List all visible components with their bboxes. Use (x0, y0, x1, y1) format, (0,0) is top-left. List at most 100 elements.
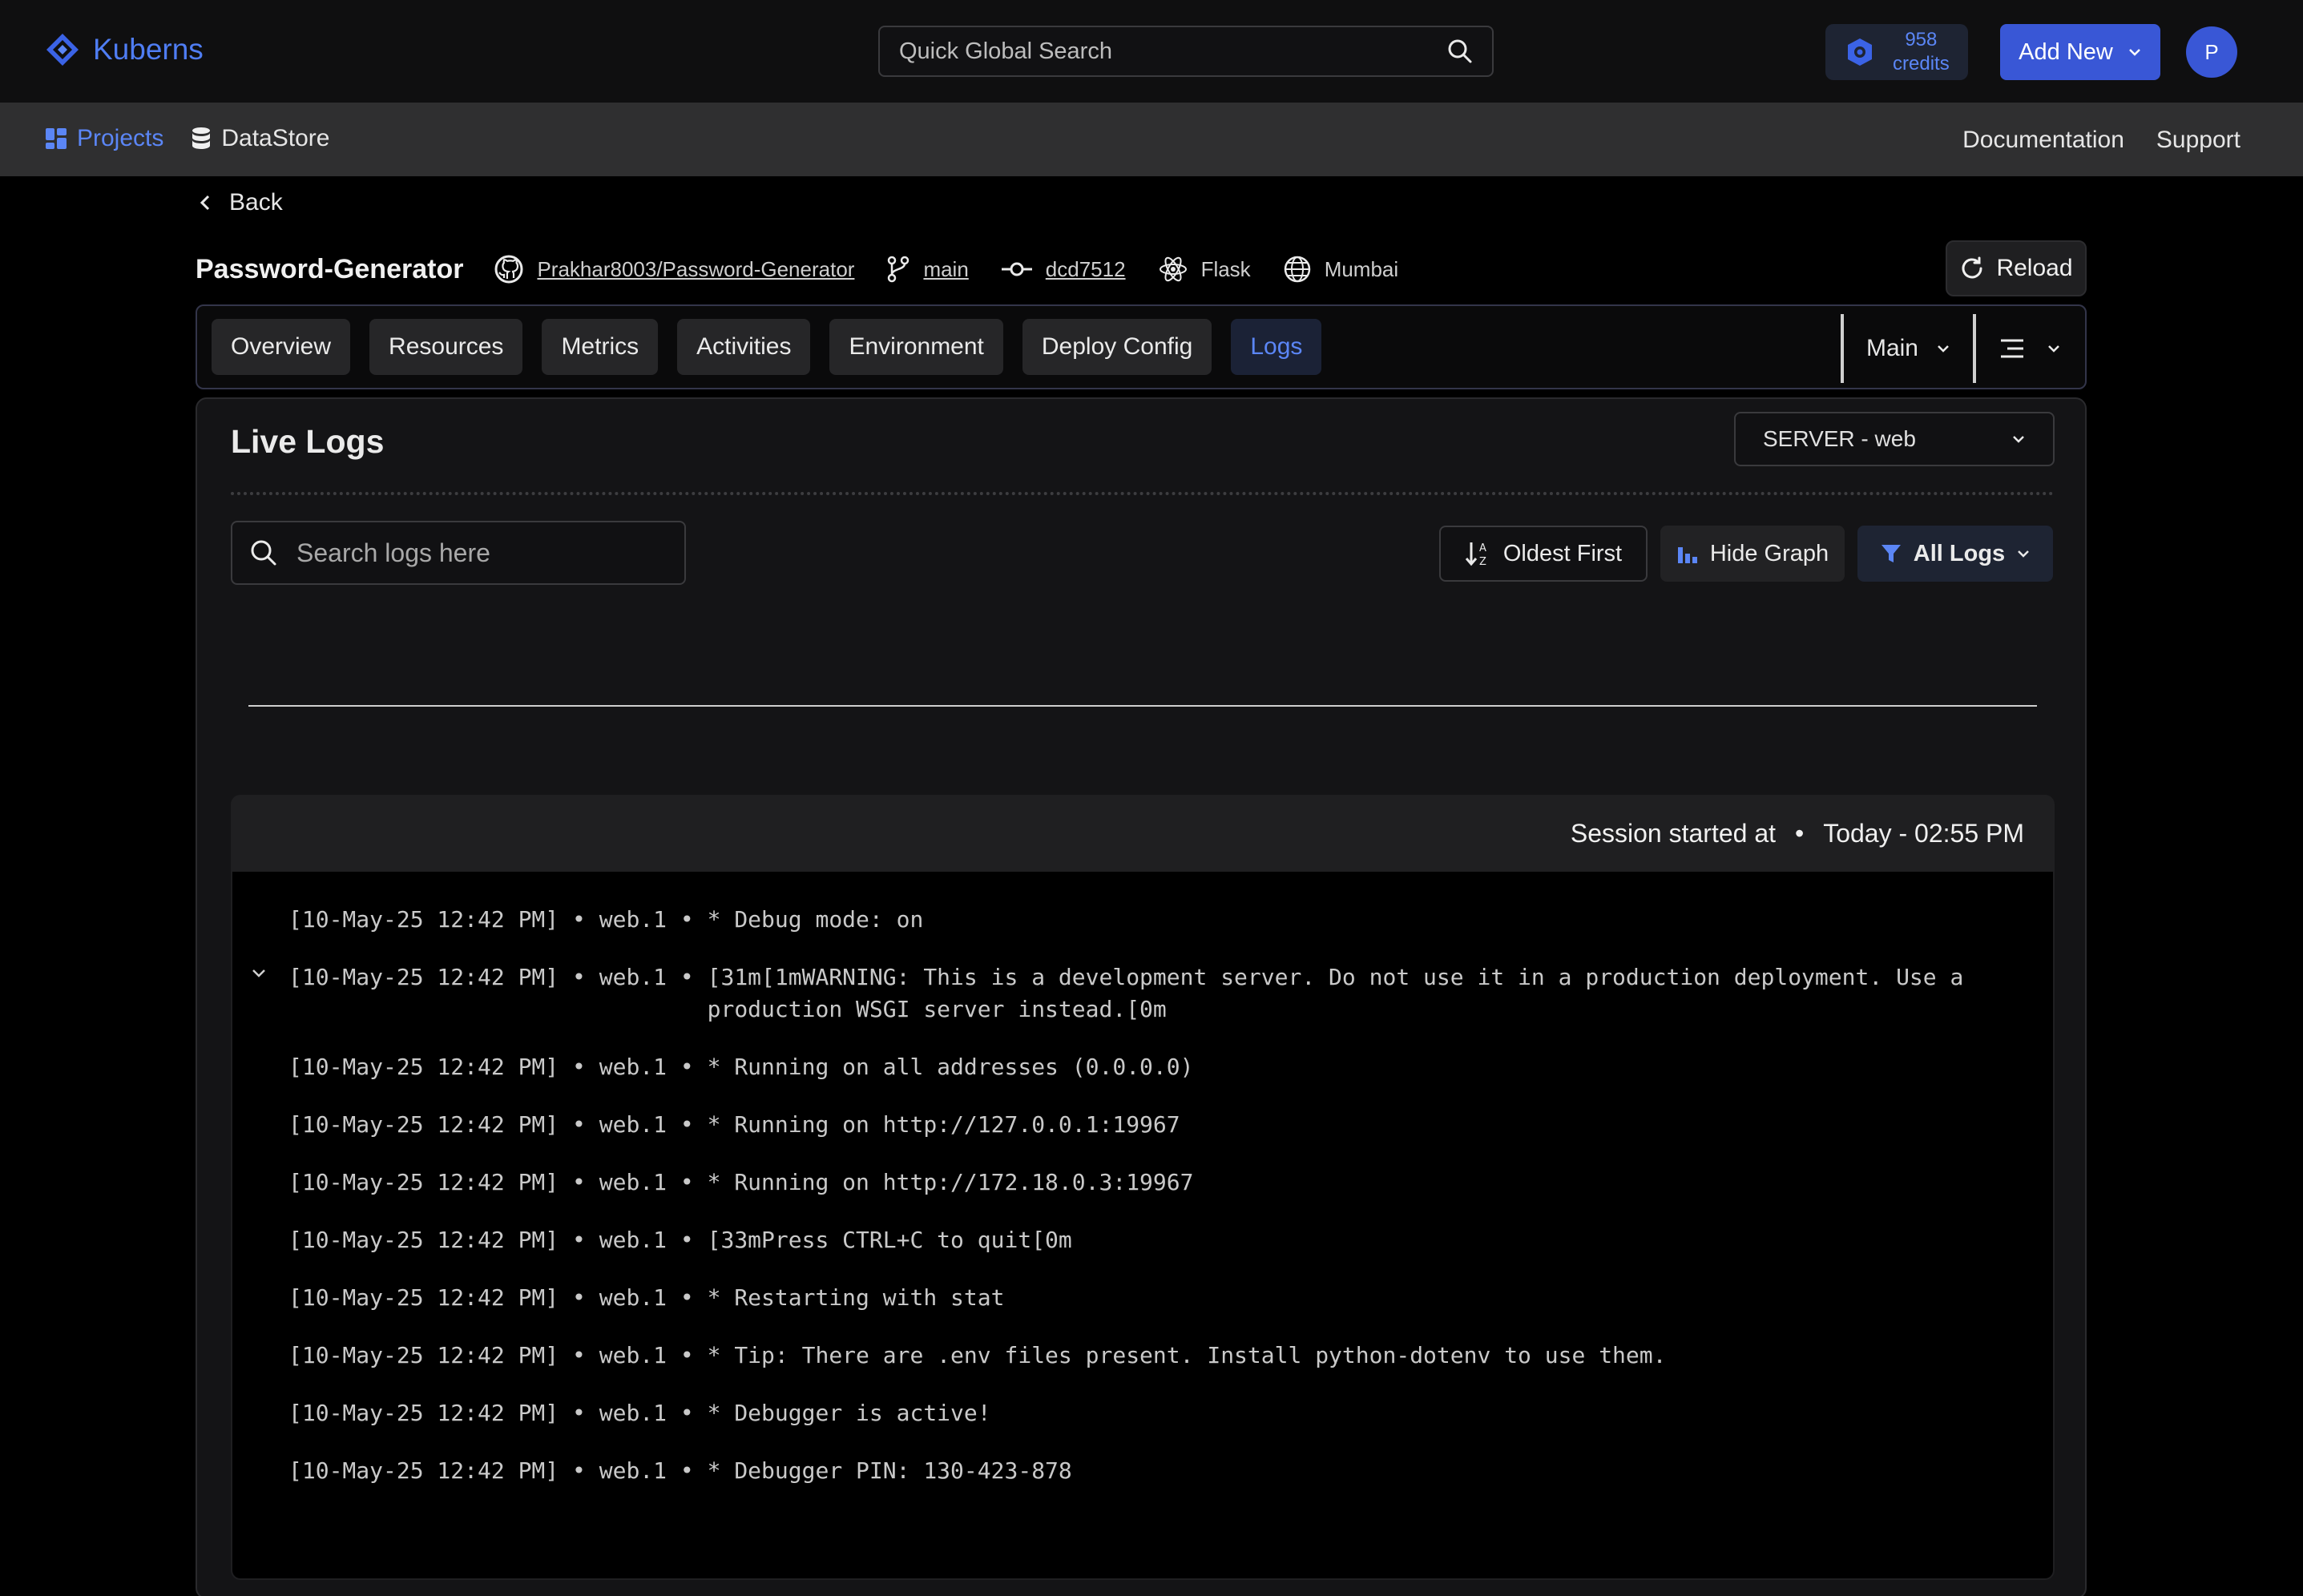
nav-datastore[interactable]: DataStore (191, 125, 329, 152)
global-search-input[interactable] (899, 38, 1447, 65)
log-filter-button[interactable]: All Logs (1857, 526, 2053, 582)
log-line: [10-May-25 12:42 PM] • web.1 • * Running… (288, 1109, 1990, 1141)
log-timestamp: [10-May-25 12:42 PM] (288, 1457, 559, 1484)
avatar-initial: P (2204, 39, 2219, 64)
log-line: [10-May-25 12:42 PM] • web.1 • * Restart… (288, 1282, 1990, 1314)
chevron-down-icon (2018, 550, 2030, 558)
log-message: * Debugger is active! (707, 1400, 991, 1426)
log-source: web.1 (599, 1227, 668, 1253)
top-bar: Kuberns 958 credits Add New P (0, 0, 2303, 103)
log-timestamp: [10-May-25 12:42 PM] (288, 906, 559, 933)
chevron-down-icon[interactable] (250, 968, 268, 979)
log-message: * Tip: There are .env files present. Ins… (707, 1342, 1667, 1368)
tabs-bar: Overview Resources Metrics Activities En… (196, 304, 2087, 389)
nav-datastore-label: DataStore (221, 125, 330, 151)
avatar[interactable]: P (2186, 26, 2237, 78)
sort-button[interactable]: A Z Oldest First (1439, 526, 1648, 582)
chevron-down-icon (1938, 345, 1949, 353)
log-search (231, 521, 686, 585)
log-line: [10-May-25 12:42 PM] • web.1 • * Running… (288, 1167, 1990, 1199)
log-source: web.1 (599, 964, 668, 990)
menu-toggle[interactable] (1976, 338, 2085, 359)
live-logs-panel: Live Logs SERVER - web A Z Oldest First … (196, 397, 2087, 1596)
log-timestamp: [10-May-25 12:42 PM] (288, 1342, 559, 1368)
sort-label: Oldest First (1502, 540, 1623, 566)
svg-text:A: A (1479, 542, 1486, 554)
brand-logo[interactable]: Kuberns (45, 32, 204, 67)
server-select-value: SERVER - web (1763, 426, 1916, 451)
dotted-divider (231, 492, 2055, 495)
log-source: web.1 (599, 1342, 668, 1368)
commit-meta: dcd7512 (1001, 257, 1126, 282)
back-button[interactable]: Back (199, 189, 283, 216)
sort-icon: A Z (1465, 542, 1486, 567)
log-source: web.1 (599, 1400, 668, 1426)
log-search-input[interactable] (296, 538, 667, 568)
kuberns-logo-icon (46, 34, 79, 66)
log-line: [10-May-25 12:42 PM] • web.1 • * Running… (288, 1051, 1990, 1083)
tab-environment[interactable]: Environment (829, 319, 1003, 375)
log-graph-baseline (248, 705, 2037, 707)
project-title: Password-Generator (196, 253, 464, 284)
log-timestamp: [10-May-25 12:42 PM] (288, 1169, 559, 1195)
repo-link[interactable]: Prakhar8003/Password-Generator (537, 257, 854, 282)
credits-badge[interactable]: 958 credits (1825, 24, 1968, 80)
commit-link[interactable]: dcd7512 (1046, 257, 1126, 282)
add-new-button[interactable]: Add New (2000, 24, 2160, 80)
react-atom-icon (1159, 256, 1187, 282)
log-message: * Debugger PIN: 130-423-878 (707, 1457, 1072, 1484)
project-header: Password-Generator Prakhar8003/Password-… (196, 248, 1430, 290)
add-new-label: Add New (2019, 38, 2113, 65)
log-message: * Debug mode: on (707, 906, 924, 933)
log-source: web.1 (599, 1169, 668, 1195)
log-line: [10-May-25 12:42 PM] • web.1 • [33mPress… (288, 1224, 1990, 1256)
database-icon (192, 127, 211, 149)
credits-value: 958 (1905, 29, 1938, 50)
region-meta: Mumbai (1283, 255, 1398, 284)
back-label: Back (229, 189, 283, 216)
tab-resources[interactable]: Resources (369, 319, 523, 375)
log-timestamp: [10-May-25 12:42 PM] (288, 1054, 559, 1080)
filter-icon (1881, 545, 1901, 562)
chevron-down-icon (2048, 345, 2059, 353)
chevron-left-icon (200, 195, 210, 211)
log-source: web.1 (599, 1111, 668, 1138)
search-icon[interactable] (1447, 38, 1473, 64)
log-filter-label: All Logs (1913, 540, 2006, 566)
tab-activities[interactable]: Activities (677, 319, 811, 375)
hide-graph-button[interactable]: Hide Graph (1660, 526, 1845, 582)
log-timestamp: [10-May-25 12:42 PM] (288, 1227, 559, 1253)
log-message: * Running on all addresses (0.0.0.0) (707, 1054, 1194, 1080)
reload-label: Reload (1996, 255, 2073, 281)
log-line: [10-May-25 12:42 PM] • web.1 • * Debugge… (288, 1455, 1990, 1487)
log-message: [33mPress CTRL+C to quit[0m (707, 1227, 1072, 1253)
nav-documentation[interactable]: Documentation (1962, 127, 2124, 154)
nav-support[interactable]: Support (2156, 127, 2240, 154)
log-timestamp: [10-May-25 12:42 PM] (288, 1111, 559, 1138)
log-source: web.1 (599, 1457, 668, 1484)
log-message: * Running on http://127.0.0.1:19967 (707, 1111, 1180, 1138)
reload-button[interactable]: Reload (1946, 240, 2087, 296)
refresh-icon (1962, 256, 1982, 279)
tab-metrics[interactable]: Metrics (542, 319, 659, 375)
tab-logs[interactable]: Logs (1231, 319, 1322, 375)
log-source: web.1 (599, 1054, 668, 1080)
branch-link[interactable]: main (923, 257, 968, 282)
chevron-down-icon (2013, 436, 2024, 443)
tab-deploy-config[interactable]: Deploy Config (1022, 319, 1212, 375)
session-label: Session started at (1570, 818, 1776, 848)
svg-text:Z: Z (1479, 556, 1486, 567)
log-source: web.1 (599, 906, 668, 933)
framework-label: Flask (1200, 256, 1251, 281)
hide-graph-label: Hide Graph (1709, 540, 1829, 566)
nav-projects-label: Projects (77, 125, 164, 151)
credits-label: credits (1893, 53, 1950, 75)
log-line: [10-May-25 12:42 PM] • web.1 • * Tip: Th… (288, 1340, 1990, 1372)
server-select[interactable]: SERVER - web (1734, 412, 2055, 466)
nav-projects[interactable]: Projects (45, 125, 163, 152)
log-message: * Running on http://172.18.0.3:19967 (707, 1169, 1194, 1195)
tab-overview[interactable]: Overview (212, 319, 351, 375)
branch-select[interactable]: Main (1844, 335, 1973, 362)
bar-chart-icon (1677, 547, 1697, 563)
branch-select-value: Main (1865, 335, 1918, 361)
